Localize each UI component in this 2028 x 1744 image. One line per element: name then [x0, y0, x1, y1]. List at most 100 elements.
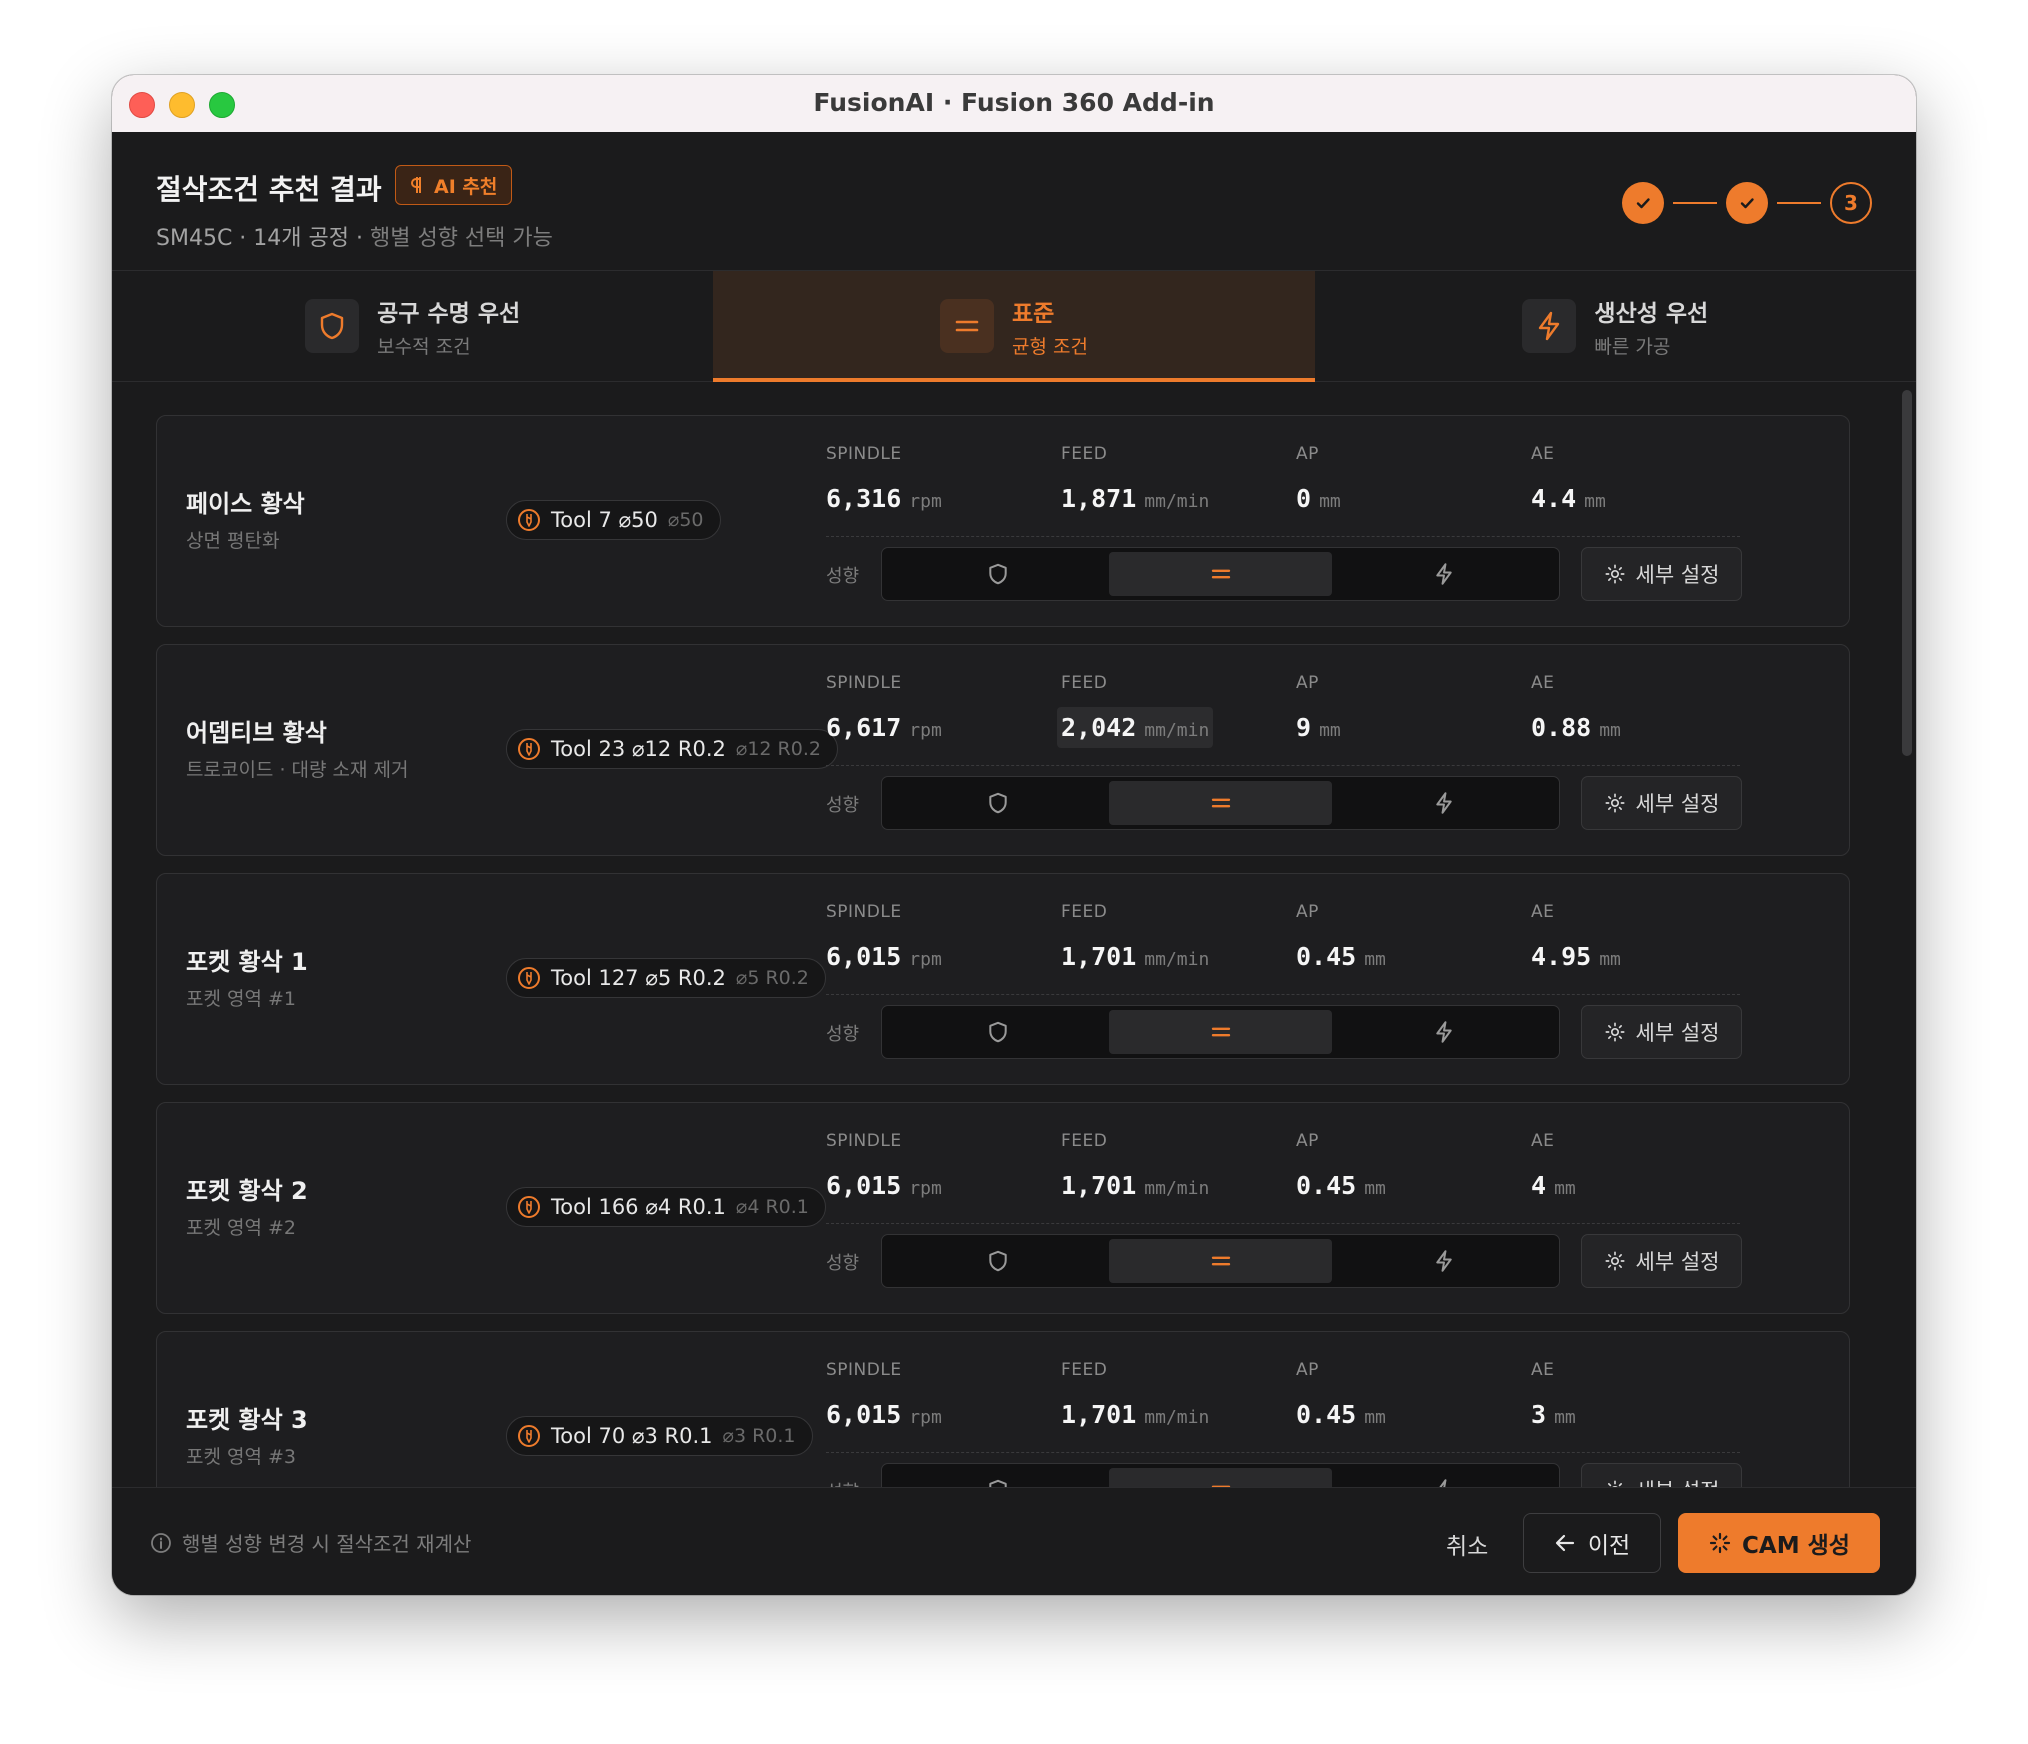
- tool-icon: [518, 967, 540, 989]
- param-value[interactable]: 3 mm: [1527, 1394, 1580, 1435]
- page-header: 절삭조건 추천 결과 AI 추천 SM45C · 14개 공정 · 행별 성향 …: [112, 132, 1916, 271]
- param-value[interactable]: 6,015 rpm: [822, 936, 946, 977]
- param-feed: FEED 1,701 mm/min: [1061, 1360, 1213, 1435]
- param-value[interactable]: 4.95 mm: [1527, 936, 1625, 977]
- tendency-selector: [881, 1005, 1560, 1059]
- operation-card: 포켓 황삭 3 포켓 영역 #3 Tool 70 ⌀3 R0.1 ⌀3 R0.1 SPI…: [156, 1331, 1850, 1487]
- ai-recommend-badge: AI 추천: [395, 165, 513, 205]
- detail-settings-button[interactable]: 세부 설정: [1581, 776, 1742, 830]
- arrow-left-icon: [1555, 1534, 1574, 1552]
- step-1: [1622, 182, 1664, 224]
- tool-chip[interactable]: Tool 7 ⌀50 ⌀50: [506, 500, 721, 540]
- tendency-option-tool-life[interactable]: [886, 552, 1109, 596]
- param-value[interactable]: 6,015 rpm: [822, 1165, 946, 1206]
- settings-icon: [1607, 1480, 1622, 1487]
- tab-tool-life[interactable]: 공구 수명 우선 보수적 조건: [112, 271, 713, 381]
- param-ae: AE 0.88 mm: [1531, 673, 1625, 748]
- param-spindle: SPINDLE 6,015 rpm: [826, 1131, 946, 1206]
- tool-dimension: ⌀5 R0.2: [735, 967, 809, 989]
- tool-chip[interactable]: Tool 127 ⌀5 R0.2 ⌀5 R0.2: [506, 958, 826, 998]
- tendency-label: 성향: [826, 1024, 860, 1045]
- param-unit: mm/min: [1144, 949, 1210, 970]
- param-value[interactable]: 4.4 mm: [1527, 478, 1610, 519]
- tool-name: Tool 70 ⌀3 R0.1: [551, 1424, 713, 1448]
- tendency-selector: [881, 776, 1560, 830]
- param-number: 0.45: [1296, 1171, 1357, 1200]
- tendency-option-tool-life[interactable]: [886, 1468, 1109, 1487]
- param-number: 0.45: [1296, 1400, 1357, 1429]
- tendency-option-tool-life[interactable]: [886, 1010, 1109, 1054]
- tendency-option-productivity[interactable]: [1332, 1239, 1555, 1283]
- param-number: 0.45: [1296, 942, 1357, 971]
- param-value[interactable]: 0.45 mm: [1292, 936, 1390, 977]
- tab-productivity[interactable]: 생산성 우선 빠른 가공: [1315, 271, 1916, 381]
- operations-list[interactable]: 페이스 황삭 상면 평탄화 Tool 7 ⌀50 ⌀50 SPINDLE 6,316 rpm…: [112, 382, 1916, 1487]
- tendency-option-standard[interactable]: [1109, 552, 1332, 596]
- param-value[interactable]: 9 mm: [1292, 707, 1345, 748]
- param-value[interactable]: 6,015 rpm: [822, 1394, 946, 1435]
- param-value[interactable]: 1,701 mm/min: [1057, 1165, 1213, 1206]
- tendency-option-productivity[interactable]: [1332, 552, 1555, 596]
- divider: [826, 765, 1740, 766]
- divider: [826, 994, 1740, 995]
- param-value[interactable]: 4 mm: [1527, 1165, 1580, 1206]
- generate-cam-button[interactable]: CAM 생성: [1678, 1513, 1880, 1573]
- param-number: 6,015: [826, 1400, 902, 1429]
- param-number: 6,015: [826, 942, 902, 971]
- param-value[interactable]: 1,701 mm/min: [1057, 1394, 1213, 1435]
- param-value[interactable]: 0.88 mm: [1527, 707, 1625, 748]
- param-value[interactable]: 6,316 rpm: [822, 478, 946, 519]
- param-label: FEED: [1061, 673, 1108, 693]
- tab-standard[interactable]: 표준 균형 조건: [713, 271, 1315, 382]
- operation-card: 포켓 황삭 1 포켓 영역 #1 Tool 127 ⌀5 R0.2 ⌀5 R0.2 SP…: [156, 873, 1850, 1085]
- param-unit: rpm: [909, 491, 942, 512]
- previous-button[interactable]: 이전: [1523, 1513, 1661, 1573]
- param-number: 1,871: [1061, 484, 1137, 513]
- tendency-option-standard[interactable]: [1109, 781, 1332, 825]
- param-value[interactable]: 0.45 mm: [1292, 1165, 1390, 1206]
- tendency-option-tool-life[interactable]: [886, 1239, 1109, 1283]
- check-icon: [1636, 198, 1650, 209]
- tool-name: Tool 166 ⌀4 R0.1: [551, 1195, 726, 1219]
- operation-name: 페이스 황삭: [186, 490, 305, 518]
- operation-card: 어뎁티브 황삭 트로코이드 · 대량 소재 제거 Tool 23 ⌀12 R0.2 ⌀…: [156, 644, 1850, 856]
- footer-bar: 행별 성향 변경 시 절삭조건 재계산 취소 이전 CAM 생성: [112, 1487, 1916, 1595]
- tool-chip[interactable]: Tool 166 ⌀4 R0.1 ⌀4 R0.1: [506, 1187, 826, 1227]
- tendency-option-standard[interactable]: [1109, 1468, 1332, 1487]
- tendency-option-productivity[interactable]: [1332, 1468, 1555, 1487]
- scrollbar[interactable]: [1902, 390, 1912, 756]
- tool-name: Tool 127 ⌀5 R0.2: [551, 966, 726, 990]
- detail-settings-button[interactable]: 세부 설정: [1581, 1234, 1742, 1288]
- detail-settings-button[interactable]: 세부 설정: [1581, 1005, 1742, 1059]
- param-unit: rpm: [909, 1178, 942, 1199]
- detail-settings-button[interactable]: 세부 설정: [1581, 547, 1742, 601]
- tendency-option-standard[interactable]: [1109, 1239, 1332, 1283]
- tendency-option-productivity[interactable]: [1332, 781, 1555, 825]
- tendency-option-productivity[interactable]: [1332, 1010, 1555, 1054]
- shield-icon: [320, 312, 344, 340]
- cancel-button[interactable]: 취소: [1428, 1515, 1506, 1573]
- tendency-selector: [881, 547, 1560, 601]
- param-value[interactable]: 0.45 mm: [1292, 1394, 1390, 1435]
- param-label: AP: [1296, 673, 1319, 693]
- tendency-selector: [881, 1234, 1560, 1288]
- bolt-icon: [1435, 563, 1452, 585]
- param-value[interactable]: 1,701 mm/min: [1057, 936, 1213, 977]
- sparkle-icon: [1709, 1532, 1731, 1554]
- tendency-option-standard[interactable]: [1109, 1010, 1332, 1054]
- param-ae: AE 4.4 mm: [1531, 444, 1610, 519]
- param-value[interactable]: 6,617 rpm: [822, 707, 946, 748]
- equals-icon: [1211, 569, 1230, 579]
- param-ap: AP 0 mm: [1296, 444, 1345, 519]
- tool-chip[interactable]: Tool 70 ⌀3 R0.1 ⌀3 R0.1: [506, 1416, 813, 1456]
- param-value[interactable]: 0 mm: [1292, 478, 1345, 519]
- tendency-option-tool-life[interactable]: [886, 781, 1109, 825]
- detail-settings-button[interactable]: 세부 설정: [1581, 1463, 1742, 1487]
- tool-chip[interactable]: Tool 23 ⌀12 R0.2 ⌀12 R0.2: [506, 729, 838, 769]
- param-unit: mm: [1584, 491, 1606, 512]
- param-value[interactable]: 2,042 mm/min: [1057, 707, 1214, 748]
- footer-note: 행별 성향 변경 시 절삭조건 재계산: [150, 1528, 471, 1557]
- param-number: 3: [1531, 1400, 1547, 1429]
- param-value[interactable]: 1,871 mm/min: [1057, 478, 1213, 519]
- equals-icon: [955, 320, 979, 332]
